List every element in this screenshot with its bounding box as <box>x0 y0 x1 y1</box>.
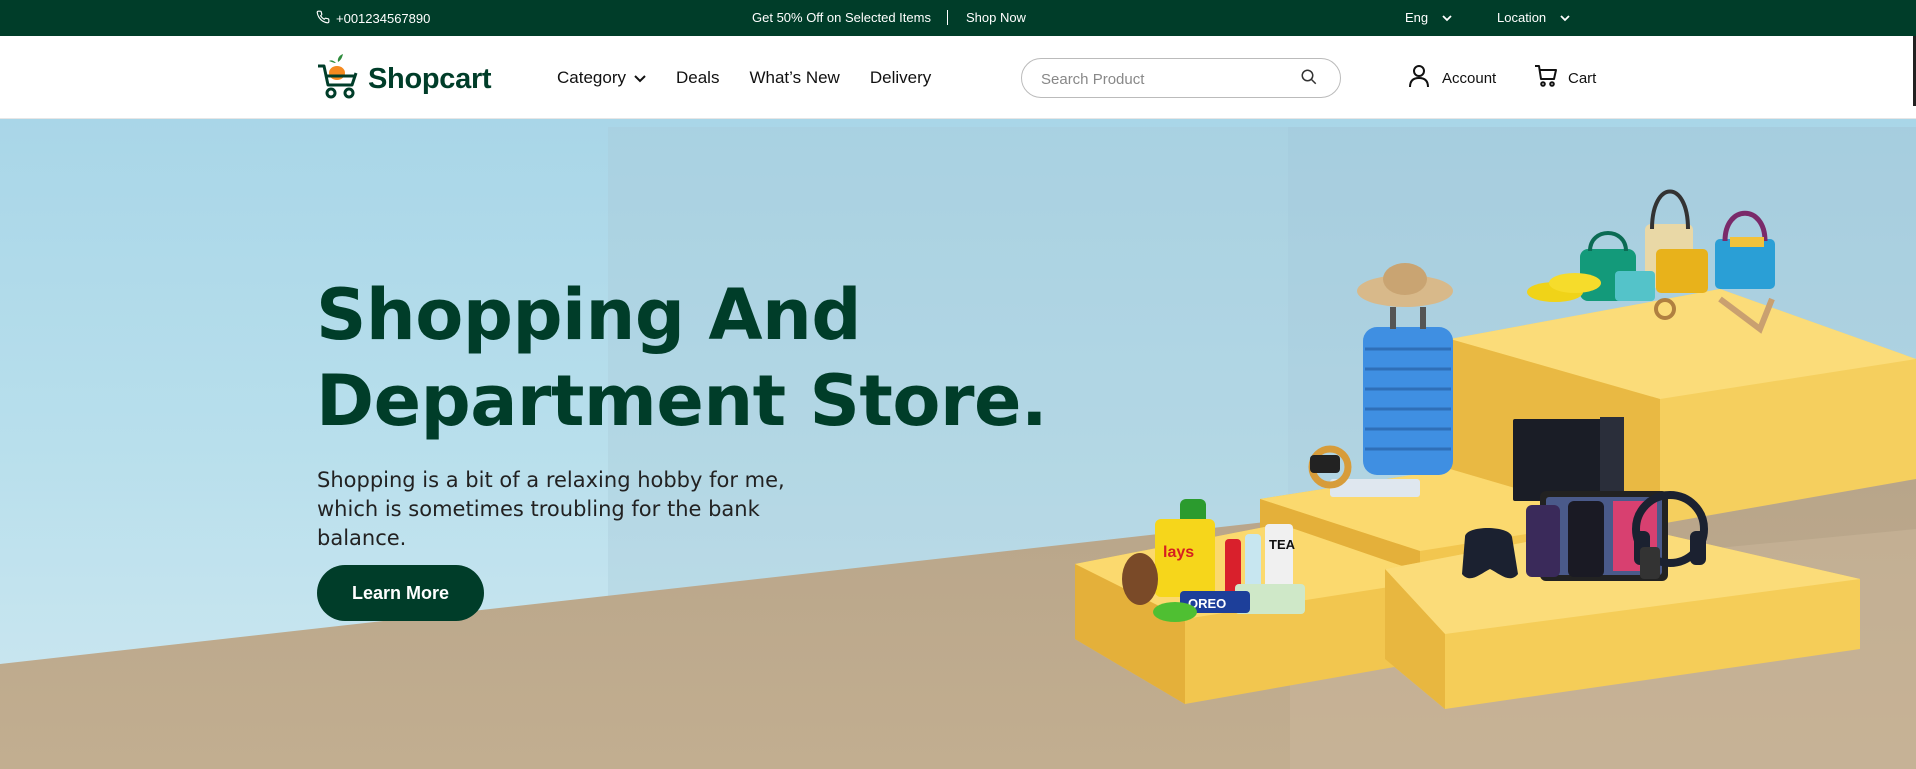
hero-section: Shopping And Department Store. Shopping … <box>0 119 1916 769</box>
promo-divider <box>946 10 948 25</box>
chevron-down-icon <box>634 68 646 88</box>
learn-more-button[interactable]: Learn More <box>317 565 484 621</box>
nav-whats-new[interactable]: What’s New <box>749 68 839 88</box>
language-selector[interactable]: Eng <box>1405 10 1452 25</box>
promo-text: Get 50% Off on Selected Items <box>752 10 931 25</box>
shop-now-link[interactable]: Shop Now <box>966 10 1026 25</box>
luggage-icon <box>1308 263 1453 497</box>
main-nav: Category Deals What’s New Delivery <box>557 68 931 88</box>
search-input[interactable] <box>1041 68 1291 90</box>
cart-link[interactable]: Cart <box>1534 64 1596 92</box>
chevron-down-icon <box>1442 10 1452 25</box>
nav-deals[interactable]: Deals <box>676 68 719 88</box>
brand-name: Shopcart <box>368 63 492 95</box>
nav-deals-label: Deals <box>675 68 720 87</box>
chevron-down-icon <box>1560 10 1570 25</box>
product-podium-illustration: lays TEA OREO <box>1075 189 1916 709</box>
cart-icon <box>1534 64 1558 92</box>
logo[interactable]: Shopcart <box>316 54 492 105</box>
hero-subtitle: Shopping is a bit of a relaxing hobby fo… <box>317 468 785 550</box>
nav-delivery-label: Delivery <box>869 68 932 87</box>
account-link[interactable]: Account <box>1408 64 1496 92</box>
phone-number: +001234567890 <box>336 11 431 26</box>
snack-tea-label: TEA <box>1269 537 1296 552</box>
nav-category[interactable]: Category <box>557 68 646 88</box>
phone-contact[interactable]: +001234567890 <box>316 10 430 27</box>
snack-lays-label: lays <box>1163 544 1194 561</box>
language-label: Eng <box>1405 10 1429 25</box>
phone-icon <box>316 10 330 27</box>
promo-banner: Get 50% Off on Selected Items Shop Now <box>752 10 1026 25</box>
location-selector[interactable]: Location <box>1497 10 1570 25</box>
location-label: Location <box>1497 10 1547 25</box>
hero-title: Shopping And Department Store. <box>316 272 1048 444</box>
account-label: Account <box>1442 69 1497 87</box>
cart-logo-icon <box>316 54 360 105</box>
cart-label: Cart <box>1568 69 1597 87</box>
user-icon <box>1408 64 1430 92</box>
main-header: Shopcart Category Deals What’s New Deliv… <box>0 36 1916 119</box>
search-bar <box>1021 58 1341 98</box>
nav-delivery[interactable]: Delivery <box>870 68 931 88</box>
top-bar: +001234567890 Get 50% Off on Selected It… <box>0 0 1916 36</box>
hero-title-line2: Department Store. <box>316 360 1048 442</box>
nav-category-label: Category <box>557 68 626 87</box>
hero-title-line1: Shopping And <box>316 274 861 356</box>
search-icon[interactable] <box>1300 68 1318 91</box>
nav-whats-new-label: What’s New <box>749 68 840 87</box>
